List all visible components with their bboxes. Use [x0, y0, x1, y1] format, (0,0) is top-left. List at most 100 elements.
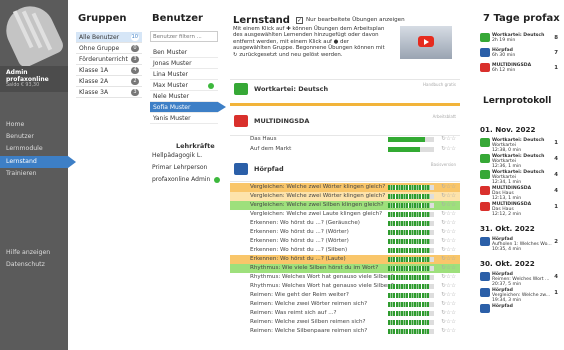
nav-lernmodule[interactable]: Lernmodule: [6, 145, 43, 152]
reset-star-icons[interactable]: ↻☆☆: [441, 282, 456, 291]
exercise-row[interactable]: Erkennen: Wo hörst du ...? (Silben) ↻☆☆: [230, 246, 460, 255]
exercise-row[interactable]: Reimen: Welche zwei Wörter reimen sich? ↻…: [230, 300, 460, 309]
nav-trainieren[interactable]: Trainieren: [6, 170, 37, 177]
reset-star-icons[interactable]: ↻☆☆: [441, 228, 456, 237]
exercise-label: Das Haus: [250, 136, 277, 142]
reset-star-icons[interactable]: ↻☆☆: [441, 255, 456, 264]
reset-star-icons[interactable]: ↻☆☆: [441, 291, 456, 300]
exercise-row[interactable]: Rhythmus: Wie viele Silben hörst du im W…: [230, 264, 460, 273]
user-row[interactable]: Yanis Muster: [150, 113, 218, 124]
progress-fill: [388, 194, 431, 199]
exercise-label: Rhythmus: Welches Wort hat genauso viele…: [250, 283, 394, 289]
reset-star-icons[interactable]: ↻☆☆: [441, 318, 456, 327]
protokoll-entry[interactable]: MULTIDINGSDA Das Haus 12:13, 1 min 4: [480, 186, 560, 202]
exercise-row[interactable]: Vergleichen: Welche zwei Silben klingen …: [230, 201, 460, 210]
nav-hilfe[interactable]: Hilfe anzeigen: [6, 249, 50, 256]
nur-bearbeitete-checkbox[interactable]: ✓: [296, 17, 303, 24]
reset-star-icons[interactable]: ↻☆☆: [441, 309, 456, 318]
group-row[interactable]: Klasse 3A 3: [76, 87, 142, 98]
reset-star-icons[interactable]: ↻☆☆: [441, 327, 456, 336]
module-icon: [480, 138, 490, 147]
exercise-row[interactable]: Vergleichen: Welche zwei Laute klingen g…: [230, 210, 460, 219]
group-row[interactable]: Alle Benutzer 10: [76, 32, 142, 43]
exercise-row[interactable]: Rhythmus: Welches Wort hat genauso viele…: [230, 273, 460, 282]
user-row[interactable]: Jonas Muster: [150, 58, 218, 69]
progress-bar: [388, 257, 434, 262]
exercise-row[interactable]: Reimen: Welche Silbenpaare reimen sich? ↻…: [230, 327, 460, 336]
module-icon: [480, 272, 490, 281]
entry-count: 4: [554, 274, 558, 280]
module-icon: [480, 304, 490, 313]
user-row[interactable]: Ben Muster: [150, 47, 218, 58]
exercise-row[interactable]: Vergleichen: Welche zwei Wörter klingen …: [230, 183, 460, 192]
exercise-row[interactable]: Erkennen: Wo hörst du ...? (Wörter) ↻☆☆: [230, 237, 460, 246]
group-row[interactable]: Förderunterricht 3: [76, 54, 142, 65]
top-item[interactable]: Hörpfad 6h 30 min 7: [480, 48, 560, 61]
admin-box[interactable]: Admin profaxonline Saldo € 93,30: [0, 66, 68, 92]
reset-star-icons[interactable]: ↻☆☆: [441, 246, 456, 255]
online-dot-icon: [208, 83, 214, 89]
reset-star-icons[interactable]: ↻☆☆: [441, 183, 456, 192]
top-item[interactable]: MULTIDINGSDA 6h 12 min 1: [480, 63, 560, 76]
exercise-row[interactable]: Reimen: Was reimt sich auf ...? ↻☆☆: [230, 309, 460, 318]
protokoll-entry[interactable]: Wortkartei: Deutsch Wortkartei 12:36, 1 mi…: [480, 154, 560, 170]
benutzer-filter-input[interactable]: [150, 31, 218, 42]
selected-arrow-icon: [218, 102, 226, 112]
protokoll-entry[interactable]: MULTIDINGSDA Das Haus 12:12, 2 min 1: [480, 202, 560, 218]
exercise-row[interactable]: Auf dem Markt ↻☆☆: [230, 145, 460, 154]
exercise-row[interactable]: Erkennen: Wo hörst du ...? (Wörter) ↻☆☆: [230, 228, 460, 237]
nav-datenschutz[interactable]: Datenschutz: [6, 261, 45, 268]
reset-star-icons[interactable]: ↻☆☆: [441, 135, 456, 144]
exercise-row[interactable]: Rhythmus: Welches Wort hat genauso viele…: [230, 282, 460, 291]
protokoll-entry[interactable]: Hörpfad Vergleichen: Welche zw... 19:34, 3…: [480, 288, 560, 304]
entry-count: 4: [554, 172, 558, 178]
reset-star-icons[interactable]: ↻☆☆: [441, 201, 456, 210]
group-count: 4: [131, 67, 139, 74]
reset-star-icons[interactable]: ↻☆☆: [441, 145, 456, 154]
exercise-row[interactable]: Das Haus ↻☆☆: [230, 135, 460, 144]
protokoll-entry[interactable]: Hörpfad: [480, 304, 560, 320]
user-row[interactable]: Max Muster: [150, 80, 218, 91]
exercise-row[interactable]: Erkennen: Wo hörst du ...? (Geräusche) ↻☆…: [230, 219, 460, 228]
reset-star-icons[interactable]: ↻☆☆: [441, 192, 456, 201]
reset-star-icons[interactable]: ↻☆☆: [441, 273, 456, 282]
protokoll-entry[interactable]: Hörpfad Aufholen 1: Welches Wo... 10:35, 4…: [480, 237, 560, 253]
teacher-row[interactable]: Primar Lehrperson: [152, 162, 207, 173]
section-meta: Arbeitsblatt: [432, 114, 456, 119]
profax-logo-icon: [0, 0, 66, 70]
reset-star-icons[interactable]: ↻☆☆: [441, 210, 456, 219]
exercise-row[interactable]: Reimen: Welche zwei Silben reimen sich? ↻…: [230, 318, 460, 327]
progress-bar: [388, 239, 434, 244]
group-row[interactable]: Klasse 2A 2: [76, 76, 142, 87]
exercise-label: Reimen: Wie geht der Reim weiter?: [250, 292, 349, 298]
reset-star-icons[interactable]: ↻☆☆: [441, 237, 456, 246]
reset-star-icons[interactable]: ↻☆☆: [441, 300, 456, 309]
group-count: 3: [131, 89, 139, 96]
nav-home[interactable]: Home: [6, 121, 24, 128]
user-row-selected[interactable]: Sofia Muster: [150, 102, 218, 113]
teacher-row[interactable]: Hellpädagogik L.: [152, 150, 202, 161]
group-label: Klasse 1A: [79, 67, 109, 74]
top-item[interactable]: Wortkartei: Deutsch 2h 19 min 8: [480, 33, 560, 46]
nav-benutzer[interactable]: Benutzer: [6, 133, 34, 140]
nav-lernstand[interactable]: Lernstand: [6, 158, 37, 165]
group-row[interactable]: Klasse 1A 4: [76, 65, 142, 76]
protokoll-entry[interactable]: Wortkartei: Deutsch Wortkartei 12:38, 0 mi…: [480, 138, 560, 154]
exercise-row[interactable]: Erkennen: Wo hörst du ...? (Laute) ↻☆☆: [230, 255, 460, 264]
entry-count: 4: [554, 188, 558, 194]
reset-star-icons[interactable]: ↻☆☆: [441, 264, 456, 273]
exercise-label: Reimen: Welche zwei Silben reimen sich?: [250, 319, 366, 325]
exercise-row[interactable]: Vergleichen: Welche zwei Wörter klingen …: [230, 192, 460, 201]
intro-video[interactable]: [400, 26, 452, 59]
user-row[interactable]: Lina Muster: [150, 69, 218, 80]
protokoll-entry[interactable]: Hörpfad Reimen: Welches Wort ... 20:37, 5 …: [480, 272, 560, 288]
user-row[interactable]: Nele Muster: [150, 91, 218, 102]
progress-fill: [388, 203, 431, 208]
teacher-row[interactable]: profaxonline Admin: [152, 174, 220, 185]
exercise-label: Vergleichen: Welche zwei Wörter klingen …: [250, 193, 386, 199]
reset-star-icons[interactable]: ↻☆☆: [441, 219, 456, 228]
entry-time: 20:37, 5 min: [492, 282, 522, 287]
protokoll-entry[interactable]: Wortkartei: Deutsch Wortkartei 12:34, 1 mi…: [480, 170, 560, 186]
group-row[interactable]: Ohne Gruppe 0: [76, 43, 142, 54]
exercise-row[interactable]: Reimen: Wie geht der Reim weiter? ↻☆☆: [230, 291, 460, 300]
